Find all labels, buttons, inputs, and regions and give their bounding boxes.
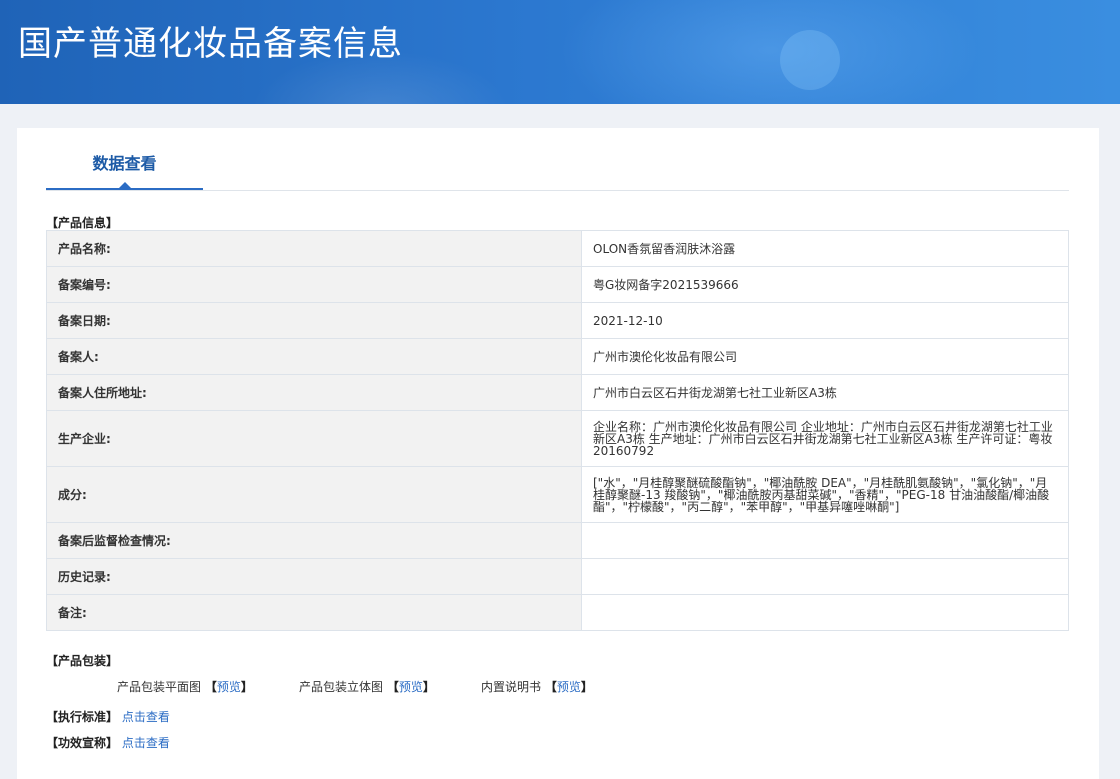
tab-label: 数据查看 bbox=[92, 154, 157, 173]
table-row: 产品名称: OLON香氛留香润肤沐浴露 bbox=[46, 230, 1069, 267]
preview-link-3d[interactable]: 预览 bbox=[399, 680, 423, 694]
row-key: 成分: bbox=[46, 466, 582, 523]
table-row: 备案日期: 2021-12-10 bbox=[46, 302, 1069, 339]
page-title: 国产普通化妆品备案信息 bbox=[18, 24, 403, 64]
standard-view-link[interactable]: 点击查看 bbox=[122, 710, 170, 724]
bracket-close: 】 bbox=[240, 680, 253, 694]
row-key: 备案人住所地址: bbox=[46, 374, 582, 411]
header-banner: 国产普通化妆品备案信息 bbox=[0, 0, 1120, 104]
row-key: 历史记录: bbox=[46, 558, 582, 595]
standard-line: 【执行标准】 点击查看 bbox=[46, 708, 170, 725]
table-row: 成分: ["水"，"月桂醇聚醚硫酸酯钠"，"椰油酰胺 DEA"，"月桂酰肌氨酸钠… bbox=[46, 466, 1069, 523]
row-value: OLON香氛留香润肤沐浴露 bbox=[581, 230, 1069, 267]
table-row: 历史记录: bbox=[46, 558, 1069, 595]
row-key: 备注: bbox=[46, 594, 582, 631]
row-value bbox=[581, 558, 1069, 595]
tab-bar: 数据查看 bbox=[46, 128, 1069, 191]
banner-decoration bbox=[560, 0, 980, 104]
bracket-open: 【 bbox=[544, 680, 557, 694]
row-value bbox=[581, 594, 1069, 631]
efficacy-view-link[interactable]: 点击查看 bbox=[122, 736, 170, 750]
product-info-heading: 【产品信息】 bbox=[46, 216, 119, 230]
preview-link-flat[interactable]: 预览 bbox=[217, 680, 241, 694]
table-row: 备注: bbox=[46, 594, 1069, 631]
row-value bbox=[581, 522, 1069, 559]
bracket-close: 】 bbox=[580, 680, 593, 694]
packaging-heading: 【产品包装】 bbox=[46, 654, 119, 668]
row-value: 企业名称：广州市澳伦化妆品有限公司 企业地址：广州市白云区石井街龙湖第七社工业新… bbox=[581, 410, 1069, 467]
content-panel: 数据查看 【产品信息】 产品名称: OLON香氛留香润肤沐浴露 备案编号: 粤G… bbox=[17, 128, 1099, 779]
tab-data-view[interactable]: 数据查看 bbox=[46, 128, 203, 190]
row-key: 备案编号: bbox=[46, 266, 582, 303]
row-value: ["水"，"月桂醇聚醚硫酸酯钠"，"椰油酰胺 DEA"，"月桂酰肌氨酸钠"，"氯… bbox=[581, 466, 1069, 523]
row-value: 2021-12-10 bbox=[581, 302, 1069, 339]
row-key: 备案日期: bbox=[46, 302, 582, 339]
table-row: 生产企业: 企业名称：广州市澳伦化妆品有限公司 企业地址：广州市白云区石井街龙湖… bbox=[46, 410, 1069, 467]
row-value: 广州市澳伦化妆品有限公司 bbox=[581, 338, 1069, 375]
table-row: 备案编号: 粤G妆网备字2021539666 bbox=[46, 266, 1069, 303]
table-row: 备案人: 广州市澳伦化妆品有限公司 bbox=[46, 338, 1069, 375]
table-row: 备案后监督检查情况: bbox=[46, 522, 1069, 559]
row-value: 广州市白云区石井街龙湖第七社工业新区A3栋 bbox=[581, 374, 1069, 411]
standard-label: 【执行标准】 bbox=[46, 710, 119, 724]
row-key: 生产企业: bbox=[46, 410, 582, 467]
efficacy-line: 【功效宣称】 点击查看 bbox=[46, 734, 170, 751]
row-key: 备案后监督检查情况: bbox=[46, 522, 582, 559]
banner-decoration bbox=[780, 30, 840, 90]
bracket-open: 【 bbox=[386, 680, 399, 694]
packaging-item-label: 产品包装立体图 bbox=[299, 680, 384, 694]
packaging-item-label: 产品包装平面图 bbox=[117, 680, 202, 694]
packaging-item: 产品包装立体图 【预览】 bbox=[299, 678, 435, 695]
packaging-item: 产品包装平面图 【预览】 bbox=[117, 678, 253, 695]
packaging-item-label: 内置说明书 bbox=[481, 680, 542, 694]
row-key: 产品名称: bbox=[46, 230, 582, 267]
bracket-open: 【 bbox=[204, 680, 217, 694]
packaging-item: 内置说明书 【预览】 bbox=[481, 678, 593, 695]
tab-indicator-caret bbox=[119, 182, 131, 188]
product-info-table: 产品名称: OLON香氛留香润肤沐浴露 备案编号: 粤G妆网备字20215396… bbox=[46, 230, 1069, 631]
bracket-close: 】 bbox=[422, 680, 435, 694]
row-key: 备案人: bbox=[46, 338, 582, 375]
row-value: 粤G妆网备字2021539666 bbox=[581, 266, 1069, 303]
efficacy-label: 【功效宣称】 bbox=[46, 736, 119, 750]
table-row: 备案人住所地址: 广州市白云区石井街龙湖第七社工业新区A3栋 bbox=[46, 374, 1069, 411]
preview-link-manual[interactable]: 预览 bbox=[557, 680, 581, 694]
